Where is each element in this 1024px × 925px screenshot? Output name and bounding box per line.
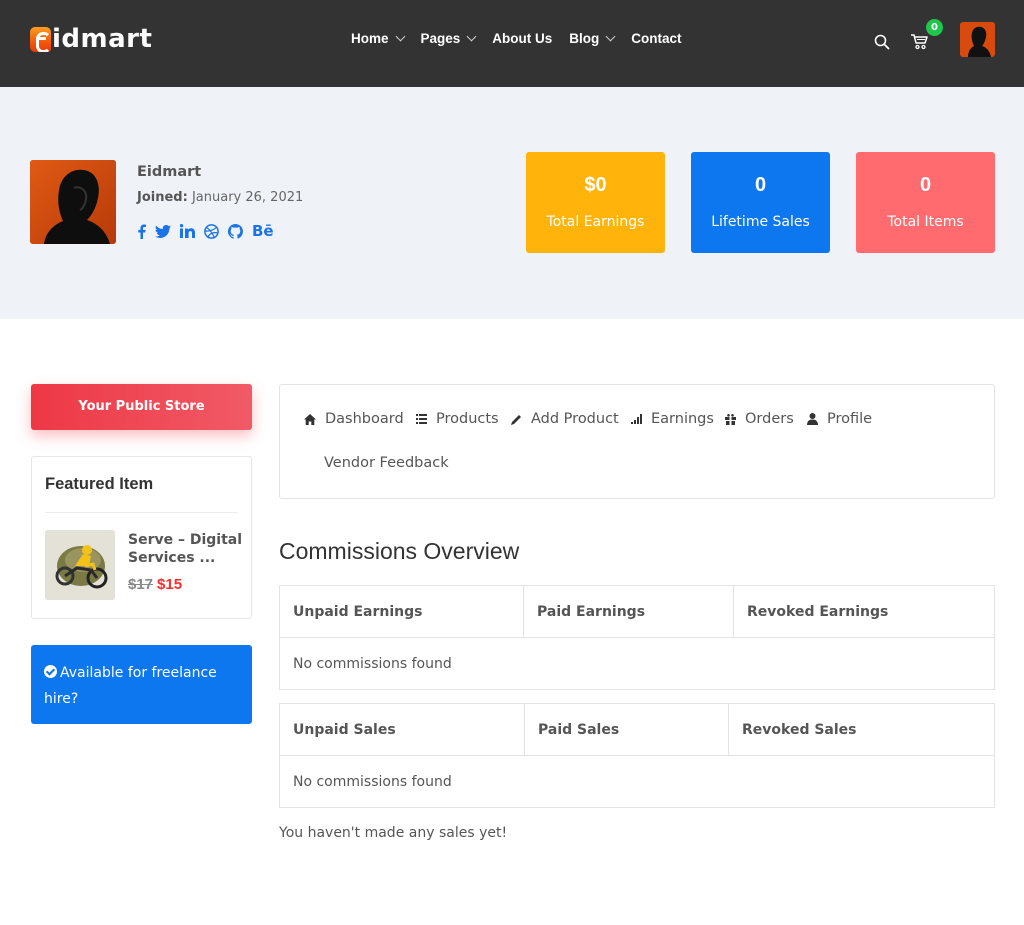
total-items-label: Total Items xyxy=(887,214,964,230)
table-row: No commissions found xyxy=(279,637,995,690)
total-earnings-value: $0 xyxy=(584,174,607,196)
nav-home-label: Home xyxy=(351,31,389,46)
featured-item-title: Featured Item xyxy=(45,475,154,493)
vendor-name: Eidmart xyxy=(137,164,202,180)
check-circle-icon xyxy=(44,665,57,678)
lifetime-sales-label: Lifetime Sales xyxy=(711,214,810,230)
commissions-overview-title: Commissions Overview xyxy=(279,538,520,564)
freelance-text: Available for freelance hire? xyxy=(44,665,217,707)
column-header: Revoked Earnings xyxy=(733,585,995,638)
joined-date-value: January 26, 2021 xyxy=(191,190,304,205)
nav-home[interactable]: Home xyxy=(351,31,405,46)
sales-table: Unpaid Sales Paid Sales Revoked Sales No… xyxy=(279,703,995,808)
table-row: No commissions found xyxy=(279,755,995,808)
signal-icon xyxy=(630,413,642,425)
logo-text: idmart xyxy=(52,24,153,54)
earnings-table: Unpaid Earnings Paid Earnings Revoked Ea… xyxy=(279,585,995,690)
tab-profile-label: Profile xyxy=(827,411,873,427)
user-icon xyxy=(806,413,818,425)
chevron-down-icon xyxy=(395,31,405,42)
social-links: Bē xyxy=(137,222,283,240)
chevron-down-icon xyxy=(466,31,477,42)
table-header-row: Unpaid Sales Paid Sales Revoked Sales xyxy=(279,703,995,756)
cart-icon[interactable] xyxy=(910,33,928,50)
tab-products-label: Products xyxy=(436,411,499,427)
tab-add-product[interactable]: Add Product xyxy=(510,411,619,427)
featured-item-name[interactable]: Serve – Digital Services ... xyxy=(128,531,243,567)
nav-blog-label: Blog xyxy=(569,31,600,46)
logo-mark xyxy=(30,26,51,52)
empty-message: No commissions found xyxy=(279,755,995,808)
column-header: Paid Sales xyxy=(524,703,729,756)
sale-price: $15 xyxy=(157,576,183,593)
tab-add-product-label: Add Product xyxy=(531,411,619,427)
old-price: $17 xyxy=(128,576,154,593)
lifetime-sales-value: 0 xyxy=(754,174,767,196)
gift-icon xyxy=(724,413,736,425)
site-header: idmart Home Pages About Us Blog Contact … xyxy=(0,0,1024,87)
featured-item-price: $17 $15 xyxy=(128,576,182,593)
logo[interactable]: idmart xyxy=(30,24,152,54)
column-header: Paid Earnings xyxy=(523,585,734,638)
dribbble-icon[interactable] xyxy=(204,222,219,240)
dashboard-tabs: Dashboard Products Add Product Earnings … xyxy=(279,384,995,499)
empty-message: No commissions found xyxy=(279,637,995,690)
search-icon[interactable] xyxy=(874,34,890,50)
github-icon[interactable] xyxy=(228,222,243,240)
tab-products[interactable]: Products xyxy=(415,411,499,427)
tab-orders-label: Orders xyxy=(745,411,794,427)
nav-blog[interactable]: Blog xyxy=(569,31,616,46)
tab-earnings[interactable]: Earnings xyxy=(630,411,714,427)
public-store-button[interactable]: Your Public Store xyxy=(31,384,252,430)
table-header-row: Unpaid Earnings Paid Earnings Revoked Ea… xyxy=(279,585,995,638)
divider xyxy=(45,512,238,513)
tab-vendor-feedback[interactable]: Vendor Feedback xyxy=(324,455,449,471)
nav-contact-label: Contact xyxy=(631,31,682,46)
linkedin-icon[interactable] xyxy=(180,222,195,240)
stat-total-items: 0 Total Items xyxy=(856,152,995,253)
list-icon xyxy=(415,413,427,425)
home-icon xyxy=(304,413,316,425)
tab-dashboard-label: Dashboard xyxy=(325,411,404,427)
featured-item-thumbnail[interactable] xyxy=(45,530,115,600)
column-header: Unpaid Sales xyxy=(279,703,525,756)
user-avatar[interactable] xyxy=(960,22,995,57)
cart-count-badge: 0 xyxy=(926,19,943,36)
tab-orders[interactable]: Orders xyxy=(724,411,794,427)
joined-label: Joined: xyxy=(137,190,188,205)
stat-lifetime-sales: 0 Lifetime Sales xyxy=(691,152,830,253)
profile-avatar xyxy=(30,160,116,244)
nav-pages[interactable]: Pages xyxy=(420,31,477,46)
column-header: Revoked Sales xyxy=(728,703,995,756)
column-header: Unpaid Earnings xyxy=(279,585,524,638)
total-earnings-label: Total Earnings xyxy=(546,214,645,230)
nav-about-us[interactable]: About Us xyxy=(492,31,552,46)
freelance-hire-box[interactable]: Available for freelance hire? xyxy=(31,645,252,724)
twitter-icon[interactable] xyxy=(155,222,171,240)
nav-about-label: About Us xyxy=(492,31,553,46)
main-nav: Home Pages About Us Blog Contact xyxy=(351,31,699,46)
nav-contact[interactable]: Contact xyxy=(631,31,681,46)
tab-vendor-feedback-label: Vendor Feedback xyxy=(324,455,449,471)
joined-date: Joined: January 26, 2021 xyxy=(137,190,303,205)
tab-profile[interactable]: Profile xyxy=(806,411,872,427)
tab-dashboard[interactable]: Dashboard xyxy=(304,411,404,427)
no-sales-note: You haven't made any sales yet! xyxy=(279,825,508,841)
featured-item-card: Featured Item Serve – Digital Services .… xyxy=(31,456,252,619)
stat-total-earnings: $0 Total Earnings xyxy=(526,152,665,253)
total-items-value: 0 xyxy=(919,174,932,196)
pencil-icon xyxy=(510,413,522,425)
chevron-down-icon xyxy=(605,31,616,42)
tab-earnings-label: Earnings xyxy=(651,411,714,427)
nav-pages-label: Pages xyxy=(420,31,461,46)
facebook-icon[interactable] xyxy=(137,222,146,240)
behance-icon[interactable]: Bē xyxy=(252,222,274,240)
